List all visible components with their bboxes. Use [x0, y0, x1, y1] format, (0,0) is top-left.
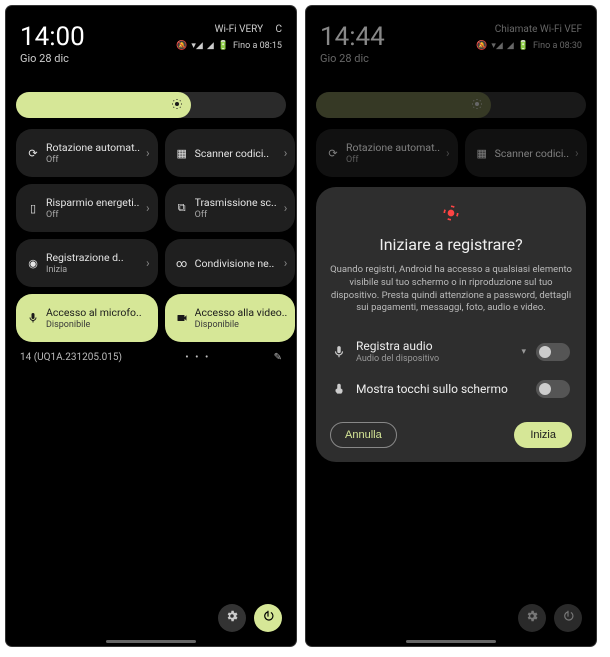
power-button[interactable] [554, 604, 582, 632]
mute-icon: 🔕 [476, 41, 487, 51]
chevron-right-icon: › [146, 201, 150, 215]
tile-autorotate[interactable]: ⟳ Rotazione automat.. Off › [316, 129, 458, 177]
status-bar: 14:00 Gio 28 dic Wi-Fi VERY C 🔕 ▾◢ ◢ 🔋 F… [6, 6, 296, 69]
power-button[interactable] [254, 604, 282, 632]
record-icon: ◉ [26, 256, 40, 270]
mic-icon [26, 311, 40, 325]
qr-icon: ▦ [475, 146, 489, 160]
power-icon [261, 609, 275, 627]
show-touches-row[interactable]: Mostra tocchi sullo schermo [330, 372, 572, 406]
gear-icon [525, 609, 539, 627]
start-button[interactable]: Inizia [514, 422, 572, 448]
battery-text: Fino a 08:15 [233, 41, 282, 51]
date: Gio 28 dic [20, 52, 85, 65]
carrier-label: Chiamate Wi-Fi VEF [476, 24, 582, 35]
tile-screen-record[interactable]: ◉ Registrazione d.. Inizia › [16, 239, 158, 287]
chevron-right-icon: › [284, 201, 288, 215]
brightness-slider[interactable] [16, 91, 286, 119]
chevron-right-icon: › [446, 146, 450, 160]
signal-icon: ◢ [207, 41, 214, 51]
chevron-down-icon[interactable]: ▾ [521, 347, 526, 357]
camera-icon [175, 311, 189, 325]
chevron-right-icon: › [284, 146, 288, 160]
settings-button[interactable] [218, 604, 246, 632]
dialog-title: Iniziare a registrare? [330, 235, 572, 254]
tile-cast[interactable]: ⧉ Trasmissione sc.. Off › [165, 184, 296, 232]
power-icon [561, 609, 575, 627]
wifi-icon: ▾◢ [491, 41, 502, 51]
qs-tiles: ⟳ Rotazione automat.. Off › ▦ Scanner co… [6, 129, 296, 342]
battery-icon: 🔋 [218, 41, 229, 51]
battery-icon: 🔋 [518, 41, 529, 51]
battery-icon: ▯ [26, 201, 40, 215]
gear-icon [225, 609, 239, 627]
mic-icon [332, 345, 346, 359]
touch-icon [332, 382, 346, 396]
page-indicator: • • • [185, 352, 210, 363]
record-audio-row[interactable]: Registra audio Audio del dispositivo ▾ [330, 331, 572, 372]
record-audio-toggle[interactable] [536, 343, 570, 361]
cancel-button[interactable]: Annulla [330, 422, 397, 448]
brightness-icon [471, 98, 483, 113]
clock: 14:00 [20, 24, 85, 50]
edit-icon[interactable]: ✎ [274, 352, 282, 363]
tile-qrscanner[interactable]: ▦ Scanner codici.. › [465, 129, 587, 177]
qs-panel-left: 14:00 Gio 28 dic Wi-Fi VERY C 🔕 ▾◢ ◢ 🔋 F… [6, 6, 296, 646]
chevron-right-icon: › [146, 256, 150, 270]
carrier-label: Wi-Fi VERY [215, 24, 264, 35]
date: Gio 28 dic [320, 52, 385, 65]
battery-text: Fino a 08:30 [533, 41, 582, 51]
signal-icon: ◢ [507, 41, 514, 51]
nav-bar[interactable] [406, 640, 496, 643]
qs-tiles: ⟳ Rotazione automat.. Off › ▦ Scanner co… [306, 129, 596, 177]
chevron-right-icon: › [284, 256, 288, 270]
tile-camera-access[interactable]: Accesso alla video.. Disponibile [165, 294, 296, 342]
nav-bar[interactable] [106, 640, 196, 643]
brightness-slider[interactable] [316, 91, 586, 119]
dialog-body: Quando registri, Android ha accesso a qu… [330, 264, 572, 315]
qs-footer: 14 (UQ1A.231205.015) • • • ✎ [6, 342, 296, 373]
tile-mic-access[interactable]: Accesso al microfo.. Disponibile [16, 294, 158, 342]
cast-icon: ⧉ [175, 201, 189, 215]
status-extra: C [275, 24, 282, 35]
chevron-right-icon: › [575, 146, 579, 160]
chevron-right-icon: › [146, 146, 150, 160]
qs-panel-right: 14:44 Gio 28 dic Chiamate Wi-Fi VEF 🔕 ▾◢… [306, 6, 596, 646]
share-icon: ∞ [175, 256, 189, 270]
status-bar: 14:44 Gio 28 dic Chiamate Wi-Fi VEF 🔕 ▾◢… [306, 6, 596, 69]
wifi-icon: ▾◢ [191, 41, 202, 51]
tile-qrscanner[interactable]: ▦ Scanner codici.. › [165, 129, 296, 177]
record-target-icon [330, 203, 572, 223]
clock: 14:44 [320, 24, 385, 50]
screen-record-dialog: Iniziare a registrare? Quando registri, … [316, 187, 586, 462]
brightness-icon [171, 98, 183, 113]
tile-nearby-share[interactable]: ∞ Condivisione ne.. › [165, 239, 296, 287]
mute-icon: 🔕 [176, 41, 187, 51]
tile-battery-saver[interactable]: ▯ Risparmio energeti.. Off › [16, 184, 158, 232]
rotate-icon: ⟳ [326, 146, 340, 160]
settings-button[interactable] [518, 604, 546, 632]
rotate-icon: ⟳ [26, 146, 40, 160]
build-label: 14 (UQ1A.231205.015) [20, 352, 122, 363]
qr-icon: ▦ [175, 146, 189, 160]
show-touches-toggle[interactable] [536, 380, 570, 398]
tile-autorotate[interactable]: ⟳ Rotazione automat.. Off › [16, 129, 158, 177]
